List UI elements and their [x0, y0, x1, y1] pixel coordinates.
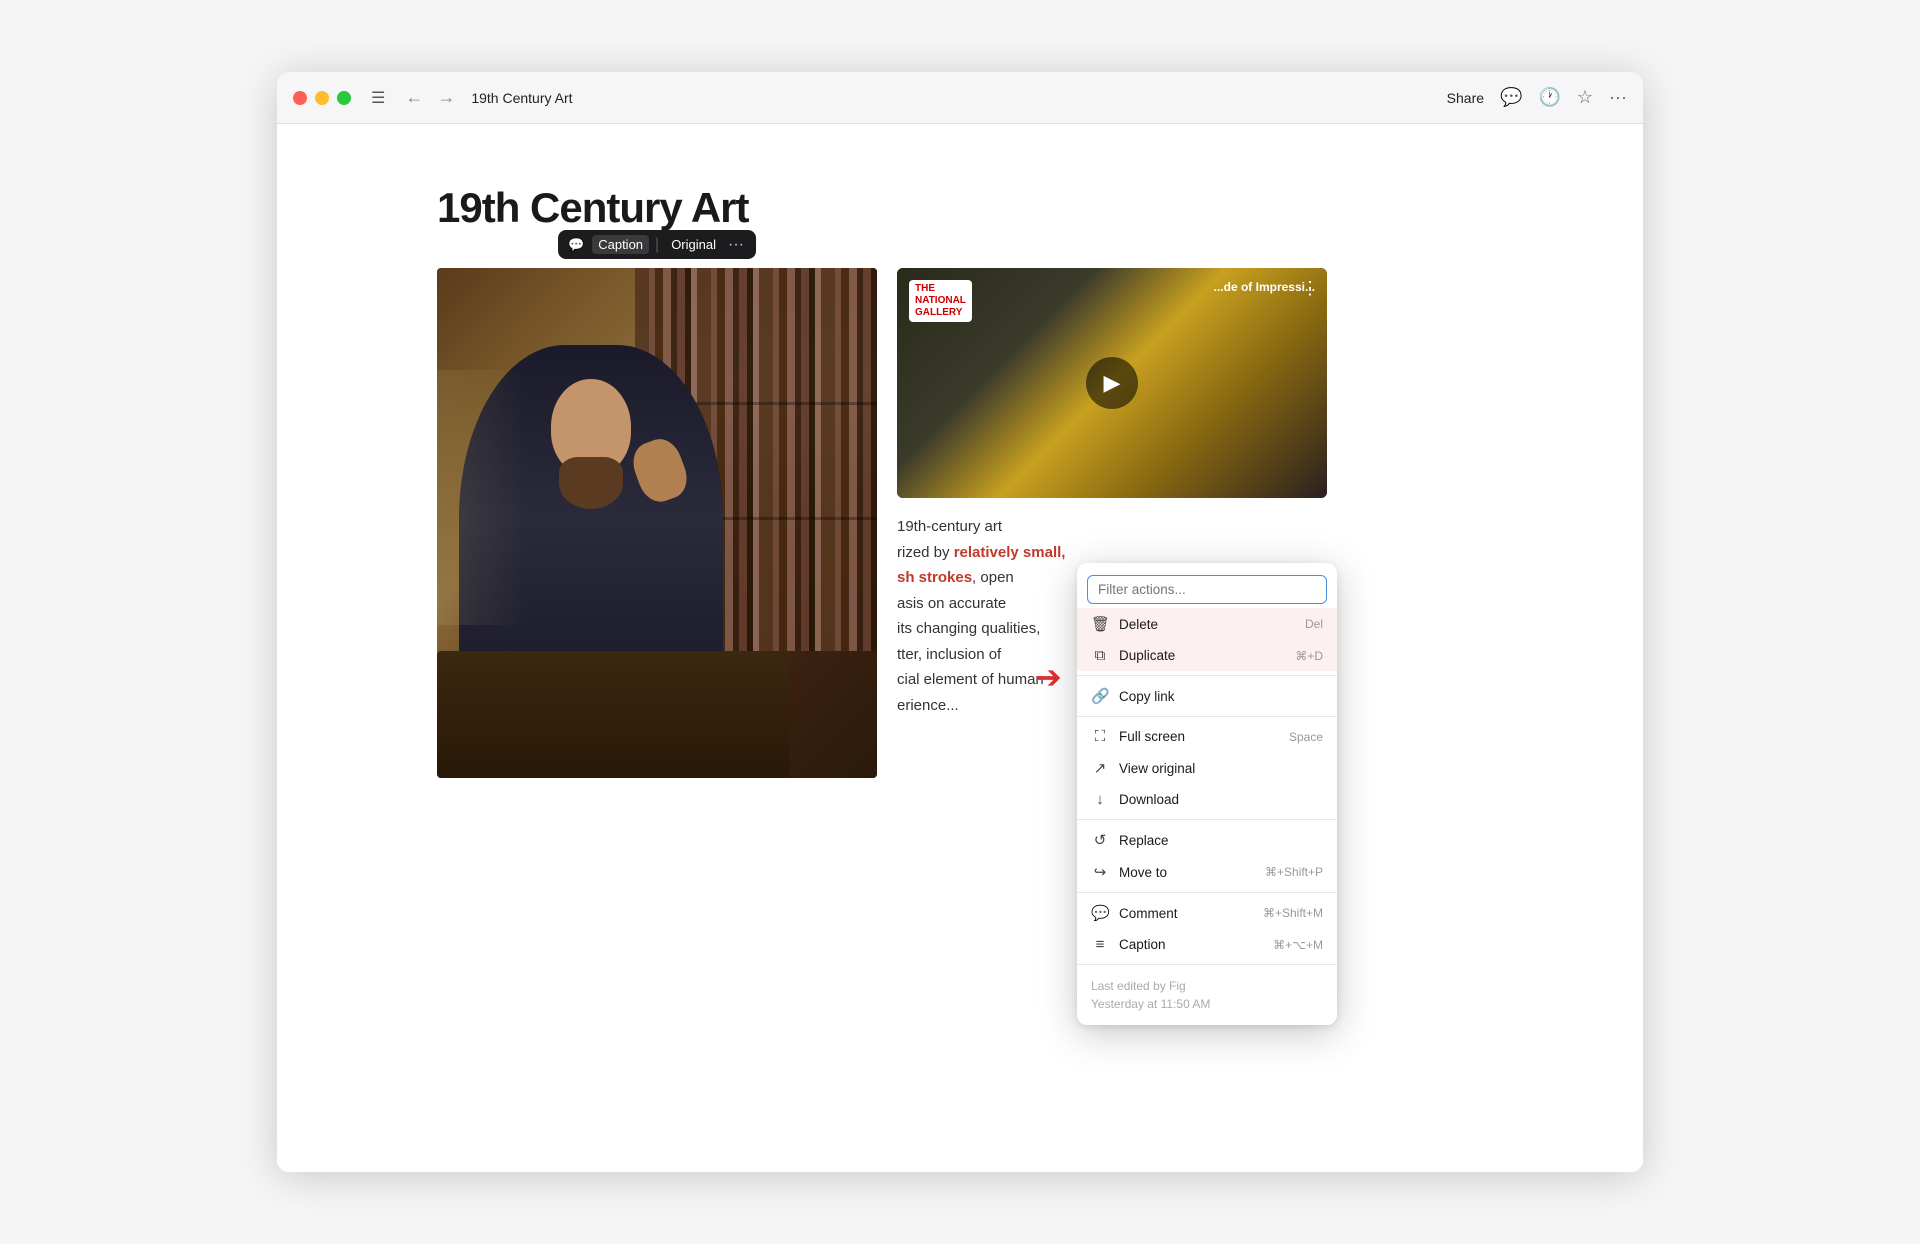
caption-toolbar-icon: 💬 — [568, 237, 584, 253]
download-icon: ↓ — [1091, 791, 1109, 808]
comment-icon: 💬 — [1091, 904, 1109, 922]
table-area — [437, 651, 789, 779]
fullscreen-icon: ⛶ — [1091, 728, 1109, 745]
move-to-icon: ↪ — [1091, 863, 1109, 881]
forward-button[interactable]: → — [433, 85, 459, 110]
star-icon[interactable]: ☆ — [1577, 87, 1593, 108]
video-title: ...de of Impressi... — [1214, 280, 1315, 294]
clock-icon[interactable]: 🕐 — [1538, 87, 1560, 108]
nav-arrows: ← → — [401, 85, 459, 110]
share-button[interactable]: Share — [1447, 90, 1484, 106]
back-button[interactable]: ← — [401, 85, 427, 110]
text-line8: cial element of human — [897, 671, 1044, 688]
text-line7: tter, inclusion of — [897, 646, 1001, 663]
replace-icon: ↺ — [1091, 831, 1109, 849]
context-menu-view-original[interactable]: ↗ View original — [1077, 752, 1337, 784]
replace-label: Replace — [1119, 833, 1323, 848]
caption-shortcut: ⌘+⌥+M — [1273, 938, 1323, 952]
delete-shortcut: Del — [1305, 617, 1323, 631]
context-menu: 🗑 Delete Del ⧉ Duplicate ⌘+D 🔗 Copy link — [1077, 563, 1337, 1025]
context-menu-duplicate[interactable]: ⧉ Duplicate ⌘+D — [1077, 640, 1337, 671]
image-toolbar: 💬 Caption | Original ··· — [558, 230, 756, 259]
close-button[interactable] — [293, 91, 307, 105]
move-to-label: Move to — [1119, 865, 1255, 880]
video-play-button[interactable]: ▶ — [1086, 357, 1138, 409]
external-link-icon: ↗ — [1091, 759, 1109, 777]
minimize-button[interactable] — [315, 91, 329, 105]
comment-shortcut: ⌘+Shift+M — [1263, 906, 1323, 920]
text-line4: , open — [972, 569, 1014, 586]
caption-toolbar-button[interactable]: Caption — [592, 235, 649, 254]
hamburger-icon[interactable]: ☰ — [371, 88, 385, 108]
text-line5: asis on accurate — [897, 595, 1006, 612]
window-title: 19th Century Art — [471, 90, 1434, 106]
more-options-icon[interactable]: ··· — [1609, 87, 1627, 108]
video-block: THENATIONALGALLERY ...de of Impressi... … — [897, 268, 1327, 498]
menu-divider-4 — [1077, 892, 1337, 893]
chat-icon[interactable]: 💬 — [1500, 87, 1522, 108]
context-menu-download[interactable]: ↓ Download — [1077, 784, 1337, 815]
light-highlight — [437, 370, 525, 625]
download-label: Download — [1119, 792, 1323, 807]
text-line1: 19th-century art — [897, 518, 1002, 535]
copy-link-label: Copy link — [1119, 689, 1323, 704]
menu-divider-1 — [1077, 675, 1337, 676]
toolbar-separator: | — [655, 236, 659, 254]
video-logo: THENATIONALGALLERY — [909, 280, 972, 322]
app-window: ☰ ← → 19th Century Art Share 💬 🕐 ☆ ··· 1… — [277, 72, 1643, 1172]
comment-label: Comment — [1119, 906, 1253, 921]
toolbar-more-icon[interactable]: ··· — [726, 236, 746, 254]
fullscreen-label: Full screen — [1119, 729, 1279, 744]
context-menu-comment[interactable]: 💬 Comment ⌘+Shift+M — [1077, 897, 1337, 929]
play-icon: ▶ — [1104, 370, 1121, 396]
video-background: THENATIONALGALLERY ...de of Impressi... … — [897, 268, 1327, 498]
footer-line1: Last edited by Fig — [1091, 977, 1323, 995]
text-line6: its changing qualities, — [897, 620, 1040, 637]
caption-icon: ≡ — [1091, 936, 1109, 953]
delete-label: Delete — [1119, 617, 1295, 632]
image-block: 💬 Caption | Original ··· — [437, 268, 877, 778]
text-highlight-1: relatively small, — [954, 544, 1066, 561]
text-line2: rized by — [897, 544, 954, 561]
painting-background — [437, 268, 877, 778]
menu-divider-5 — [1077, 964, 1337, 965]
man-hand — [627, 434, 692, 507]
duplicate-label: Duplicate — [1119, 648, 1285, 663]
page-title: 19th Century Art — [437, 184, 1483, 232]
context-menu-footer: Last edited by Fig Yesterday at 11:50 AM — [1077, 969, 1337, 1019]
trash-icon: 🗑 — [1091, 615, 1109, 633]
context-menu-move-to[interactable]: ↪ Move to ⌘+Shift+P — [1077, 856, 1337, 888]
fullscreen-shortcut: Space — [1289, 730, 1323, 744]
painting-image — [437, 268, 877, 778]
maximize-button[interactable] — [337, 91, 351, 105]
context-menu-replace[interactable]: ↺ Replace — [1077, 824, 1337, 856]
caption-label: Caption — [1119, 937, 1263, 952]
context-menu-copy-link[interactable]: 🔗 Copy link — [1077, 680, 1337, 712]
media-row: 💬 Caption | Original ··· — [437, 268, 1483, 778]
traffic-lights — [293, 91, 351, 105]
move-to-shortcut: ⌘+Shift+P — [1265, 865, 1323, 879]
footer-line2: Yesterday at 11:50 AM — [1091, 995, 1323, 1013]
link-icon: 🔗 — [1091, 687, 1109, 705]
menu-divider-3 — [1077, 819, 1337, 820]
menu-divider-2 — [1077, 716, 1337, 717]
original-toolbar-button[interactable]: Original — [665, 235, 722, 254]
titlebar-actions: Share 💬 🕐 ☆ ··· — [1447, 87, 1627, 108]
duplicate-icon: ⧉ — [1091, 647, 1109, 664]
text-highlight-2: sh strokes — [897, 569, 972, 586]
video-options-icon[interactable]: ⋮ — [1301, 278, 1319, 299]
context-menu-fullscreen[interactable]: ⛶ Full screen Space — [1077, 721, 1337, 752]
page-content: 19th Century Art 💬 Caption | Original ··… — [277, 124, 1643, 1172]
duplicate-shortcut: ⌘+D — [1295, 649, 1323, 663]
titlebar: ☰ ← → 19th Century Art Share 💬 🕐 ☆ ··· — [277, 72, 1643, 124]
context-menu-caption[interactable]: ≡ Caption ⌘+⌥+M — [1077, 929, 1337, 960]
filter-actions-input[interactable] — [1087, 575, 1327, 604]
text-line9: erience... — [897, 697, 959, 714]
view-original-label: View original — [1119, 761, 1323, 776]
context-menu-delete[interactable]: 🗑 Delete Del — [1077, 608, 1337, 640]
